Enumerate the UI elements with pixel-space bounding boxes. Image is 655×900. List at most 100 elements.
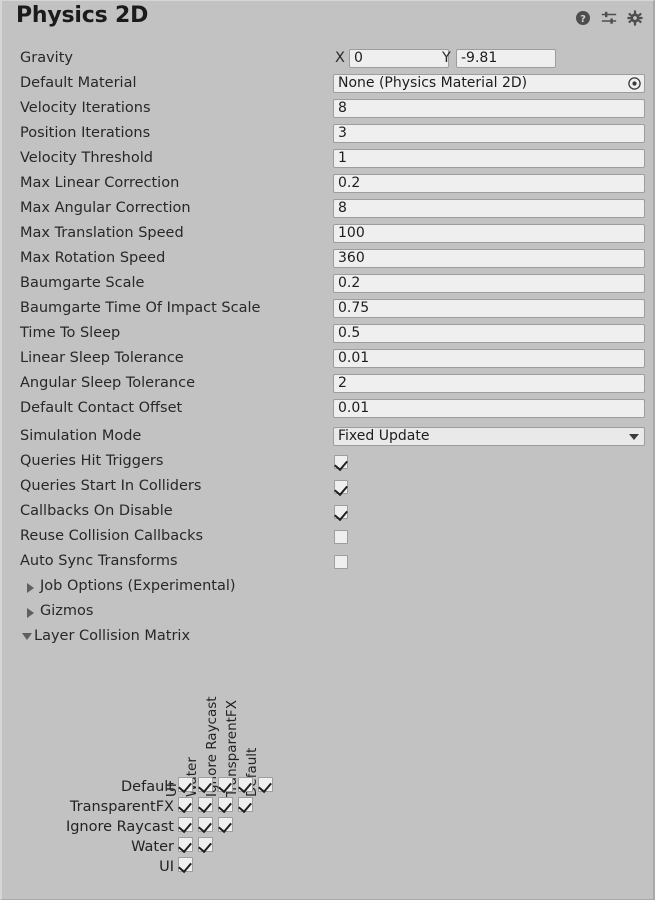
row-label: Simulation Mode [20, 428, 142, 444]
foldout-layer-collision-matrix[interactable]: Layer Collision Matrix [2, 624, 653, 649]
gravity-x-input[interactable]: 0 [349, 49, 449, 68]
matrix-row-label-ui: UI [159, 859, 174, 875]
property-row-default-material: Default Material None (Physics Material … [2, 71, 653, 96]
default-material-object-field[interactable]: None (Physics Material 2D) [333, 74, 645, 93]
layer-collision-matrix: UI Water Ignore Raycast TransparentFX De… [2, 656, 653, 896]
matrix-checkbox-default-ui[interactable] [178, 777, 193, 792]
object-field-value: None (Physics Material 2D) [338, 75, 528, 91]
property-row-baumgarte-scale: Baumgarte Scale 0.2 [2, 271, 653, 296]
matrix-checkbox-ignore-raycast-ui[interactable] [178, 817, 193, 832]
property-row-max-rotation-speed: Max Rotation Speed 360 [2, 246, 653, 271]
row-label: Velocity Iterations [20, 100, 151, 116]
property-row-reuse-collision-callbacks: Reuse Collision Callbacks [2, 524, 653, 549]
velocity-iterations-input[interactable]: 8 [333, 99, 645, 118]
auto-sync-transforms-checkbox[interactable] [334, 555, 348, 569]
reuse-collision-callbacks-checkbox[interactable] [334, 530, 348, 544]
matrix-checkbox-default-transparentfx[interactable] [238, 777, 253, 792]
simulation-mode-dropdown[interactable]: Fixed Update [333, 427, 645, 446]
gravity-x-prefix: X [335, 50, 345, 66]
property-row-position-iterations: Position Iterations 3 [2, 121, 653, 146]
matrix-checkbox-transparentfx-ignore-raycast[interactable] [218, 797, 233, 812]
max-translation-speed-input[interactable]: 100 [333, 224, 645, 243]
property-row-callbacks-on-disable: Callbacks On Disable [2, 499, 653, 524]
time-to-sleep-input[interactable]: 0.5 [333, 324, 645, 343]
property-row-baumgarte-time-of-impact-scale: Baumgarte Time Of Impact Scale 0.75 [2, 296, 653, 321]
matrix-row-label-transparentfx: TransparentFX [69, 799, 174, 815]
matrix-checkbox-water-water[interactable] [198, 837, 213, 852]
row-label: Max Rotation Speed [20, 250, 166, 266]
property-row-velocity-iterations: Velocity Iterations 8 [2, 96, 653, 121]
matrix-checkbox-ui-ui[interactable] [178, 857, 193, 872]
page-title: Physics 2D [16, 3, 149, 28]
row-label: Gravity [20, 50, 73, 66]
row-label: Callbacks On Disable [20, 503, 173, 519]
velocity-threshold-input[interactable]: 1 [333, 149, 645, 168]
row-label: Reuse Collision Callbacks [20, 528, 204, 544]
row-label: Max Angular Correction [20, 200, 191, 216]
matrix-row-label-water: Water [131, 839, 174, 855]
matrix-checkbox-transparentfx-ui[interactable] [178, 797, 193, 812]
row-label: Default Contact Offset [20, 400, 183, 416]
property-row-auto-sync-transforms: Auto Sync Transforms [2, 549, 653, 574]
callbacks-on-disable-checkbox[interactable] [334, 505, 348, 519]
property-row-time-to-sleep: Time To Sleep 0.5 [2, 321, 653, 346]
matrix-checkbox-transparentfx-transparentfx[interactable] [238, 797, 253, 812]
object-picker-icon[interactable] [627, 76, 642, 91]
matrix-row-label-ignore-raycast: Ignore Raycast [65, 819, 174, 835]
baumgarte-time-of-impact-scale-input[interactable]: 0.75 [333, 299, 645, 318]
panel-header: Physics 2D ? [2, 1, 653, 37]
property-row-velocity-threshold: Velocity Threshold 1 [2, 146, 653, 171]
dropdown-value: Fixed Update [338, 428, 430, 444]
triangle-right-icon [27, 583, 34, 593]
property-row-max-translation-speed: Max Translation Speed 100 [2, 221, 653, 246]
property-row-queries-hit-triggers: Queries Hit Triggers [2, 449, 653, 474]
triangle-down-icon [22, 633, 32, 640]
foldout-label: Layer Collision Matrix [34, 628, 191, 644]
row-label: Linear Sleep Tolerance [20, 350, 184, 366]
row-label: Angular Sleep Tolerance [20, 375, 196, 391]
preset-icon[interactable] [601, 10, 617, 26]
row-label: Time To Sleep [20, 325, 121, 341]
angular-sleep-tolerance-input[interactable]: 2 [333, 374, 645, 393]
foldout-gizmos[interactable]: Gizmos [2, 599, 653, 624]
gravity-y-input[interactable]: -9.81 [456, 49, 556, 68]
baumgarte-scale-input[interactable]: 0.2 [333, 274, 645, 293]
max-linear-correction-input[interactable]: 0.2 [333, 174, 645, 193]
matrix-checkbox-default-water[interactable] [198, 777, 213, 792]
linear-sleep-tolerance-input[interactable]: 0.01 [333, 349, 645, 368]
gear-icon[interactable] [627, 10, 643, 26]
property-row-default-contact-offset: Default Contact Offset 0.01 [2, 396, 653, 421]
row-label: Baumgarte Time Of Impact Scale [20, 300, 261, 316]
row-label: Baumgarte Scale [20, 275, 145, 291]
matrix-checkbox-water-ui[interactable] [178, 837, 193, 852]
matrix-checkbox-default-default[interactable] [258, 777, 273, 792]
position-iterations-input[interactable]: 3 [333, 124, 645, 143]
row-label: Position Iterations [20, 125, 151, 141]
row-label: Auto Sync Transforms [20, 553, 178, 569]
triangle-right-icon [27, 608, 34, 618]
default-contact-offset-input[interactable]: 0.01 [333, 399, 645, 418]
matrix-checkbox-ignore-raycast-water[interactable] [198, 817, 213, 832]
row-label: Default Material [20, 75, 137, 91]
foldout-label: Gizmos [40, 603, 94, 619]
gravity-y-prefix: Y [442, 50, 451, 66]
matrix-checkbox-default-ignore-raycast[interactable] [218, 777, 233, 792]
property-row-angular-sleep-tolerance: Angular Sleep Tolerance 2 [2, 371, 653, 396]
property-row-simulation-mode: Simulation Mode Fixed Update [2, 424, 653, 449]
matrix-checkbox-ignore-raycast-ignore-raycast[interactable] [218, 817, 233, 832]
svg-text:?: ? [580, 14, 586, 25]
matrix-row-label-default: Default [121, 779, 174, 795]
matrix-checkbox-transparentfx-water[interactable] [198, 797, 213, 812]
property-row-linear-sleep-tolerance: Linear Sleep Tolerance 0.01 [2, 346, 653, 371]
row-label: Max Linear Correction [20, 175, 180, 191]
queries-hit-triggers-checkbox[interactable] [334, 455, 348, 469]
foldout-job-options[interactable]: Job Options (Experimental) [2, 574, 653, 599]
max-rotation-speed-input[interactable]: 360 [333, 249, 645, 268]
header-icon-group: ? [575, 10, 643, 26]
help-icon[interactable]: ? [575, 10, 591, 26]
property-row-max-linear-correction: Max Linear Correction 0.2 [2, 171, 653, 196]
foldout-label: Job Options (Experimental) [40, 578, 236, 594]
queries-start-in-colliders-checkbox[interactable] [334, 480, 348, 494]
max-angular-correction-input[interactable]: 8 [333, 199, 645, 218]
physics-2d-settings-panel: Physics 2D ? Gravity X 0 Y -9.81 Default… [0, 0, 655, 900]
